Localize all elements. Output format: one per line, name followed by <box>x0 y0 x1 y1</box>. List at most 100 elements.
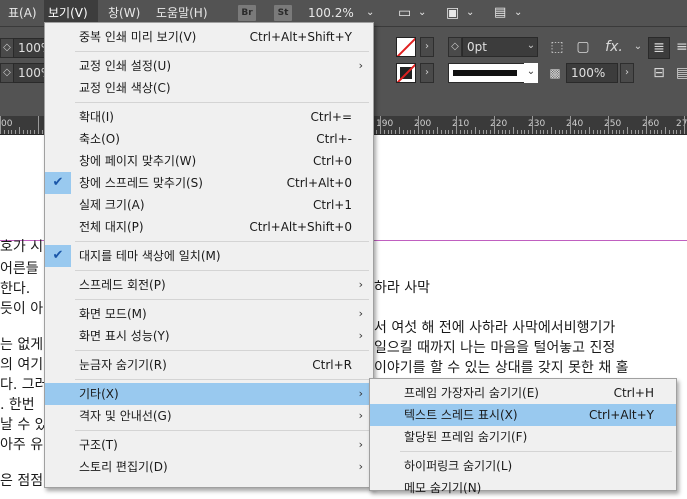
view-menu-item-label: 격자 및 안내선(G) <box>79 409 172 423</box>
view-options-icon[interactable]: ▭ <box>394 0 415 26</box>
corner-options-icon[interactable]: ⬚ <box>548 37 566 57</box>
extras-menu-item[interactable]: 메모 숨기기(N) <box>370 477 676 499</box>
ruler-tick <box>520 130 522 134</box>
view-menu-item-shortcut: Ctrl+Alt+Shift+Y <box>249 30 352 44</box>
view-menu-item[interactable]: 격자 및 안내선(G) › <box>45 405 373 427</box>
view-menu-item[interactable]: 전체 대지(P) Ctrl+Alt+Shift+0 <box>45 216 373 238</box>
stroke-type-dropdown-icon[interactable]: ⌄ <box>524 63 538 83</box>
ruler-tick <box>638 130 640 134</box>
ruler-tick <box>376 130 378 134</box>
body-text-line: 다. 그러 <box>0 377 48 393</box>
menu-separator <box>75 350 369 351</box>
view-menu-item[interactable]: 스프레드 회전(P) › <box>45 274 373 296</box>
ruler-tick <box>437 127 438 134</box>
ruler-tick <box>501 130 503 134</box>
scale-y-field[interactable]: 100% <box>13 63 52 83</box>
extras-menu-item[interactable]: 할당된 프레임 숨기기(F) <box>370 426 676 448</box>
view-menu-item[interactable]: 화면 모드(M) › <box>45 303 373 325</box>
submenu-arrow-icon: › <box>358 59 363 72</box>
ruler-tick <box>433 130 435 134</box>
view-menu-item-label: 눈금자 숨기기(R) <box>79 358 167 372</box>
stroke-weight-dropdown-icon[interactable]: ⌄ <box>524 37 538 57</box>
view-menu-item[interactable]: 눈금자 숨기기(R) Ctrl+R <box>45 354 373 376</box>
view-menu-item-label: 축소(O) <box>79 132 120 146</box>
ruler-tick <box>680 130 682 134</box>
view-menu-item[interactable]: 창에 페이지 맞추기(W) Ctrl+0 <box>45 150 373 172</box>
view-menu-item[interactable]: ✔ 대지를 테마 색상에 일치(M) <box>45 245 373 267</box>
view-menu-item[interactable]: 기타(X) › <box>45 383 373 405</box>
ruler-label: 260 <box>642 119 660 129</box>
ruler-tick <box>425 130 427 134</box>
bridge-button[interactable]: Br <box>238 5 256 21</box>
scale-x-field[interactable]: 100% <box>13 38 52 58</box>
view-options-dropdown-icon[interactable]: ⌄ <box>414 0 430 26</box>
opacity-field[interactable]: 100% <box>566 63 618 83</box>
arrange-documents-icon[interactable]: ▤ <box>490 0 510 26</box>
opacity-menu-arrow[interactable]: › <box>620 63 634 83</box>
view-menu-item[interactable]: 중복 인쇄 미리 보기(V) Ctrl+Alt+Shift+Y <box>45 26 373 48</box>
view-menu-item[interactable]: 구조(T) › <box>45 434 373 456</box>
view-menu-item[interactable]: 확대(I) Ctrl+= <box>45 106 373 128</box>
menu-table[interactable]: 표(A) <box>4 0 41 26</box>
ruler-tick <box>665 127 666 134</box>
body-text-line: 의 여기 <box>0 357 44 373</box>
drop-shadow-icon[interactable]: ▢ <box>574 37 592 57</box>
stroke-swatch[interactable] <box>396 63 416 83</box>
ruler-label: 190 <box>376 119 394 129</box>
ruler-tick <box>26 130 28 134</box>
view-menu-item[interactable]: 축소(O) Ctrl+- <box>45 128 373 150</box>
ruler-tick <box>459 130 461 134</box>
ruler-tick <box>592 130 594 134</box>
opacity-icon: ▩ <box>549 66 561 80</box>
ruler-tick <box>478 130 480 134</box>
ruler-tick <box>524 130 526 134</box>
ruler-tick <box>482 130 484 134</box>
stroke-weight-stepper[interactable]: ◇ <box>448 37 462 57</box>
ruler-tick <box>452 130 454 134</box>
align-center-icon[interactable]: ≡ <box>676 37 687 57</box>
ruler-tick <box>38 116 39 134</box>
distribute-icon[interactable]: ▤ <box>676 63 687 83</box>
submenu-arrow-icon: › <box>358 329 363 342</box>
ruler-label: 230 <box>528 119 546 129</box>
align-left-icon[interactable]: ≣ <box>648 37 670 59</box>
view-menu-item[interactable]: 실제 크기(A) Ctrl+1 <box>45 194 373 216</box>
extras-menu-item-label: 할당된 프레임 숨기기(F) <box>404 430 528 444</box>
body-text-line: 듯이 아 <box>0 301 44 317</box>
fill-none-swatch[interactable] <box>396 37 416 57</box>
ruler-tick <box>570 116 571 134</box>
ruler-tick <box>551 127 552 134</box>
view-menu-item[interactable]: ✔ 창에 스프레드 맞추기(S) Ctrl+Alt+0 <box>45 172 373 194</box>
view-menu-item[interactable]: 화면 표시 성능(Y) › <box>45 325 373 347</box>
screen-mode-icon[interactable]: ▣ <box>442 0 463 26</box>
body-text-line: 은 점점 <box>0 473 44 489</box>
stepper-a[interactable]: ◇ <box>0 38 14 58</box>
fill-menu-arrow[interactable]: › <box>420 37 434 57</box>
align-bottom-icon[interactable]: ⊟ <box>648 63 670 83</box>
view-menu-item-label: 화면 표시 성능(Y) <box>79 329 170 343</box>
ruler-label: 200 <box>414 119 432 129</box>
stock-button[interactable]: St <box>274 5 292 21</box>
effects-icon[interactable]: fx. <box>604 37 624 57</box>
view-menu-item[interactable]: 교정 인쇄 색상(C) <box>45 77 373 99</box>
extras-menu-item[interactable]: 텍스트 스레드 표시(X) Ctrl+Alt+Y <box>370 404 676 426</box>
ruler-tick <box>623 130 625 134</box>
checkmark-icon: ✔ <box>45 245 71 267</box>
view-menu: 중복 인쇄 미리 보기(V) Ctrl+Alt+Shift+Y 교정 인쇄 설정(U… <box>44 22 374 488</box>
stepper-b[interactable]: ◇ <box>0 63 14 83</box>
extras-menu-item-label: 텍스트 스레드 표시(X) <box>404 408 518 422</box>
effects-dropdown-icon[interactable]: ⌄ <box>632 37 644 57</box>
extras-menu-item[interactable]: 하이퍼링크 숨기기(L) <box>370 455 676 477</box>
ruler-tick <box>539 130 541 134</box>
arrange-dropdown-icon[interactable]: ⌄ <box>510 0 526 26</box>
stroke-menu-arrow[interactable]: › <box>420 63 434 83</box>
ruler-tick <box>535 130 537 134</box>
view-menu-item[interactable]: 교정 인쇄 설정(U) › <box>45 55 373 77</box>
extras-menu-item[interactable]: 프레임 가장자리 숨기기(E) Ctrl+H <box>370 382 676 404</box>
extras-menu-item-label: 프레임 가장자리 숨기기(E) <box>404 386 539 400</box>
ruler-tick <box>410 130 412 134</box>
screen-mode-dropdown-icon[interactable]: ⌄ <box>462 0 478 26</box>
view-menu-item[interactable]: 스토리 편집기(D) › <box>45 456 373 478</box>
ruler-tick <box>649 130 651 134</box>
submenu-arrow-icon: › <box>358 460 363 473</box>
